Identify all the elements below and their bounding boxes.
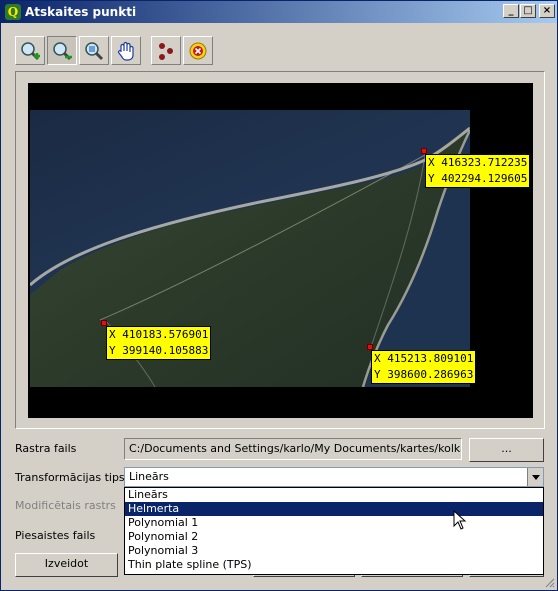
raster-image (30, 110, 470, 387)
gcp-1-y: Y 402294.129605 (428, 172, 528, 185)
option-polynomial-3[interactable]: Polynomial 3 (125, 544, 543, 558)
gcp-2-x: X 410183.576901 (109, 328, 209, 341)
map-canvas[interactable]: X 416323.712235 Y 402294.129605 X 410183… (28, 83, 533, 418)
gcp-label-3: X 415213.809101 Y 398600.286963 (371, 350, 477, 384)
transform-type-dropdown[interactable]: Lineārs Helmerta Polynomial 1 Polynomial… (124, 487, 544, 575)
map-toolbar (15, 36, 215, 65)
pan-hand-icon (118, 41, 134, 61)
create-button[interactable]: Izveidot (15, 553, 118, 577)
gcp-3-x: X 415213.809101 (374, 352, 474, 365)
option-polynomial-2[interactable]: Polynomial 2 (125, 530, 543, 544)
raster-file-field[interactable]: C:/Documents and Settings/karlo/My Docum… (124, 438, 462, 460)
zoom-in-icon (21, 41, 40, 60)
delete-point-button[interactable] (183, 36, 213, 65)
gcp-label-2: X 410183.576901 Y 399140.105883 (106, 326, 212, 360)
zoom-in-button[interactable] (15, 36, 45, 65)
browse-button[interactable]: ... (469, 438, 544, 462)
option-polynomial-1[interactable]: Polynomial 1 (125, 516, 543, 530)
transform-type-label: Transformācijas tips (15, 471, 125, 484)
add-point-button[interactable] (151, 36, 181, 65)
chevron-down-icon[interactable] (527, 468, 543, 486)
gcp-3-y: Y 398600.286963 (374, 368, 474, 381)
pan-button[interactable] (111, 36, 141, 65)
transform-type-select[interactable]: Lineārs (124, 467, 544, 487)
close-button[interactable]: × (539, 4, 555, 18)
gcp-label-1: X 416323.712235 Y 402294.129605 (425, 154, 531, 188)
maximize-button[interactable]: □ (520, 4, 536, 18)
minimize-button[interactable]: _ (503, 4, 519, 18)
gcp-1-x: X 416323.712235 (428, 156, 528, 169)
option-linear[interactable]: Lineārs (125, 488, 543, 502)
raster-file-label: Rastra fails (15, 442, 77, 455)
option-tps[interactable]: Thin plate spline (TPS) (125, 558, 543, 572)
zoom-out-icon (53, 41, 72, 60)
qgis-icon: Q (5, 4, 21, 20)
map-canvas-frame: X 416323.712235 Y 402294.129605 X 410183… (15, 71, 545, 429)
add-point-icon (159, 42, 173, 60)
resize-grip-icon[interactable] (543, 576, 555, 588)
satellite-image (30, 110, 470, 387)
window-title: Atskaites punkti (25, 5, 137, 19)
gcp-2-y: Y 399140.105883 (109, 344, 209, 357)
delete-point-icon (189, 42, 207, 59)
title-bar[interactable]: Q Atskaites punkti _ □ × (1, 1, 557, 23)
link-file-label: Piesaistes fails (15, 529, 96, 542)
zoom-out-button[interactable] (47, 36, 77, 65)
mouse-cursor-icon (453, 510, 467, 530)
zoom-full-icon (85, 41, 104, 60)
zoom-full-button[interactable] (79, 36, 109, 65)
option-helmert[interactable]: Helmerta (125, 502, 543, 516)
transform-type-value: Lineārs (129, 470, 169, 483)
modified-raster-label: Modificētais rastrs (15, 499, 116, 512)
georeferencer-window: Q Atskaites punkti _ □ × X 416323.712235… (0, 0, 558, 591)
